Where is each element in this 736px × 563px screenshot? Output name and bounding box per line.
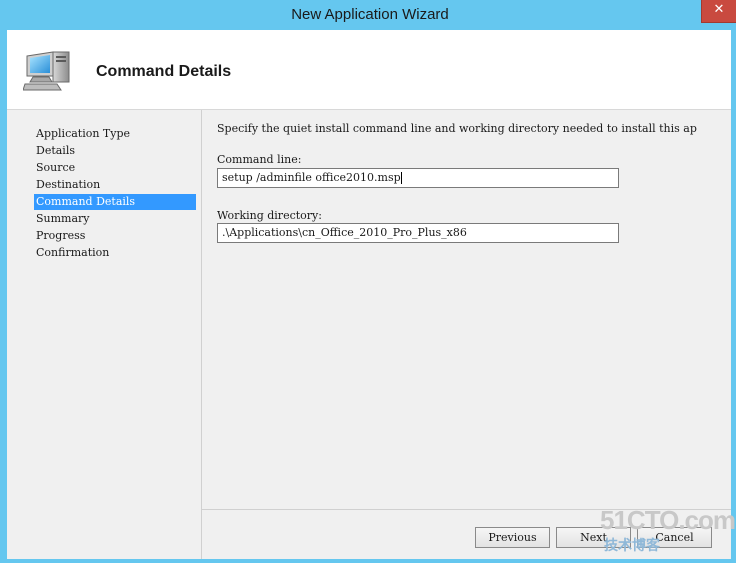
- title-bar[interactable]: New Application Wizard ✕: [0, 0, 736, 30]
- close-button[interactable]: ✕: [701, 0, 736, 23]
- nav-item-command-details[interactable]: Command Details: [34, 194, 196, 210]
- nav-item-application-type[interactable]: Application Type: [34, 126, 196, 142]
- frame-bottom: [0, 559, 736, 563]
- nav-item-summary[interactable]: Summary: [34, 211, 196, 227]
- previous-button[interactable]: Previous: [475, 527, 550, 548]
- window-title: New Application Wizard: [291, 6, 449, 23]
- command-line-input[interactable]: setup /adminfile office2010.msp: [217, 168, 619, 188]
- command-line-label: Command line:: [217, 153, 302, 166]
- instruction-text: Specify the quiet install command line a…: [217, 122, 697, 135]
- watermark-main: 51CTO.com: [600, 505, 736, 535]
- nav-item-destination[interactable]: Destination: [34, 177, 196, 193]
- content-panel: Specify the quiet install command line a…: [202, 110, 731, 510]
- nav-item-details[interactable]: Details: [34, 143, 196, 159]
- working-directory-label: Working directory:: [217, 209, 322, 222]
- nav-item-progress[interactable]: Progress: [34, 228, 196, 244]
- wizard-window: New Application Wizard ✕ Command Details…: [0, 0, 736, 563]
- text-caret: [400, 172, 402, 184]
- close-icon: ✕: [713, 2, 725, 17]
- command-line-value: setup /adminfile office2010.msp: [222, 171, 401, 184]
- wizard-header: Command Details: [7, 30, 731, 110]
- watermark-sub: 技术博客: [604, 537, 660, 553]
- page-title: Command Details: [96, 63, 232, 80]
- frame-left: [0, 30, 7, 563]
- frame-right: [731, 30, 736, 563]
- nav-item-confirmation[interactable]: Confirmation: [34, 245, 196, 261]
- nav-item-source[interactable]: Source: [34, 160, 196, 176]
- working-directory-value: .\Applications\cn_Office_2010_Pro_Plus_x…: [222, 226, 467, 239]
- wizard-steps-nav: Application Type Details Source Destinat…: [7, 110, 202, 559]
- computer-icon: [22, 46, 79, 94]
- working-directory-input[interactable]: .\Applications\cn_Office_2010_Pro_Plus_x…: [217, 223, 619, 243]
- watermark: 51CTO.com 技术博客: [600, 505, 736, 557]
